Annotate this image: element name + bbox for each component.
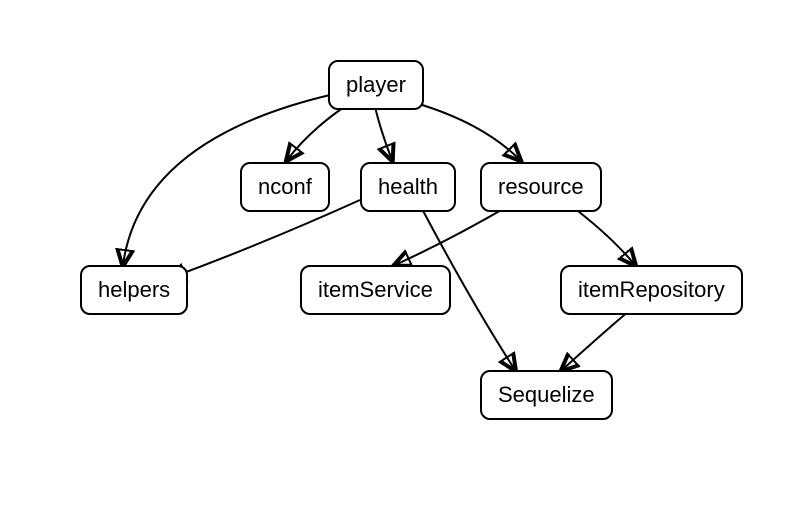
node-resource: resource <box>480 162 602 212</box>
node-sequelize: Sequelize <box>480 370 613 420</box>
node-label: itemService <box>318 277 433 302</box>
node-health: health <box>360 162 456 212</box>
node-itemrepository: itemRepository <box>560 265 743 315</box>
edge-player-nconf <box>287 105 347 160</box>
edge-player-health <box>375 107 392 160</box>
edge-itemrepository-sequelize <box>562 310 630 370</box>
node-player: player <box>328 60 424 110</box>
node-label: Sequelize <box>498 382 595 407</box>
edge-player-resource <box>405 100 520 160</box>
node-label: health <box>378 174 438 199</box>
node-label: resource <box>498 174 584 199</box>
edge-resource-itemrepository <box>570 205 635 265</box>
node-nconf: nconf <box>240 162 330 212</box>
node-label: helpers <box>98 277 170 302</box>
node-label: player <box>346 72 406 97</box>
node-label: itemRepository <box>578 277 725 302</box>
node-helpers: helpers <box>80 265 188 315</box>
node-label: nconf <box>258 174 312 199</box>
edge-resource-itemservice <box>395 205 510 265</box>
node-itemservice: itemService <box>300 265 451 315</box>
